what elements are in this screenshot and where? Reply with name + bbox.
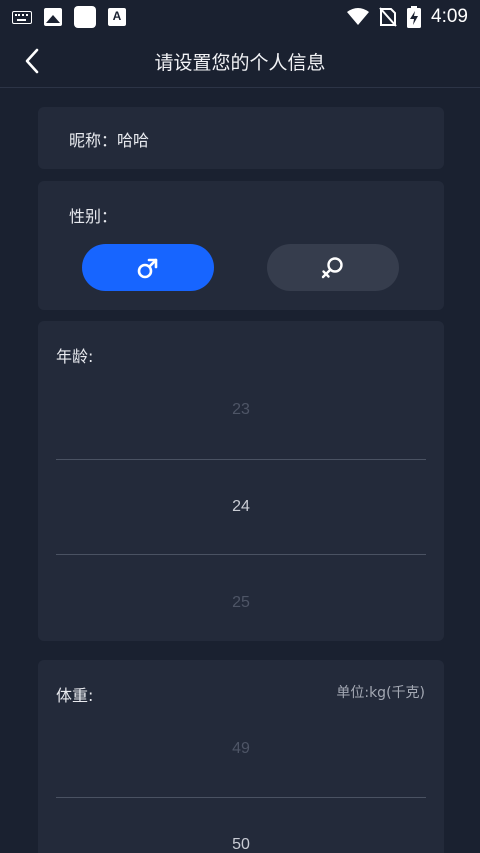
gender-card: 性别： — [38, 181, 444, 310]
picker-divider — [56, 797, 426, 798]
male-button[interactable] — [82, 244, 214, 291]
age-option[interactable]: 25 — [38, 594, 444, 612]
page-title: 请设置您的个人信息 — [154, 52, 326, 74]
wifi-icon — [347, 8, 370, 25]
age-option-selected[interactable]: 24 — [38, 498, 444, 516]
notification-icons: A — [12, 6, 126, 28]
weight-picker-card: 体重: 单位:kg(千克) 49 50 — [38, 660, 444, 853]
battery-charging-icon — [407, 6, 422, 28]
nickname-card[interactable]: 昵称： 哈哈 — [38, 107, 444, 169]
age-option[interactable]: 23 — [38, 401, 444, 419]
weight-option-selected[interactable]: 50 — [38, 836, 444, 853]
weight-option[interactable]: 49 — [38, 740, 444, 758]
female-icon — [321, 256, 343, 278]
image-icon — [44, 8, 62, 26]
nickname-row: 昵称： 哈哈 — [69, 127, 149, 151]
picker-divider — [56, 554, 426, 555]
status-bar: A 4:09 — [0, 0, 480, 34]
age-picker-card: 年龄: 23 24 25 — [38, 321, 444, 641]
picker-divider — [56, 459, 426, 460]
clock: 4:09 — [431, 6, 468, 27]
nickname-value[interactable]: 哈哈 — [117, 127, 149, 151]
female-button[interactable] — [267, 244, 399, 291]
keyboard-icon — [12, 10, 32, 24]
weight-label: 体重: — [56, 686, 94, 705]
font-a-icon: A — [108, 8, 126, 26]
weight-unit: 单位:kg(千克) — [336, 685, 425, 701]
age-label: 年龄: — [56, 347, 94, 366]
male-icon — [137, 258, 158, 278]
gender-label: 性别： — [69, 207, 118, 226]
app-square-icon — [74, 6, 96, 28]
no-sim-icon — [379, 7, 397, 27]
nickname-label: 昵称： — [69, 131, 118, 150]
nav-bar: 请设置您的个人信息 — [0, 34, 480, 88]
system-icons: 4:09 — [347, 0, 468, 34]
